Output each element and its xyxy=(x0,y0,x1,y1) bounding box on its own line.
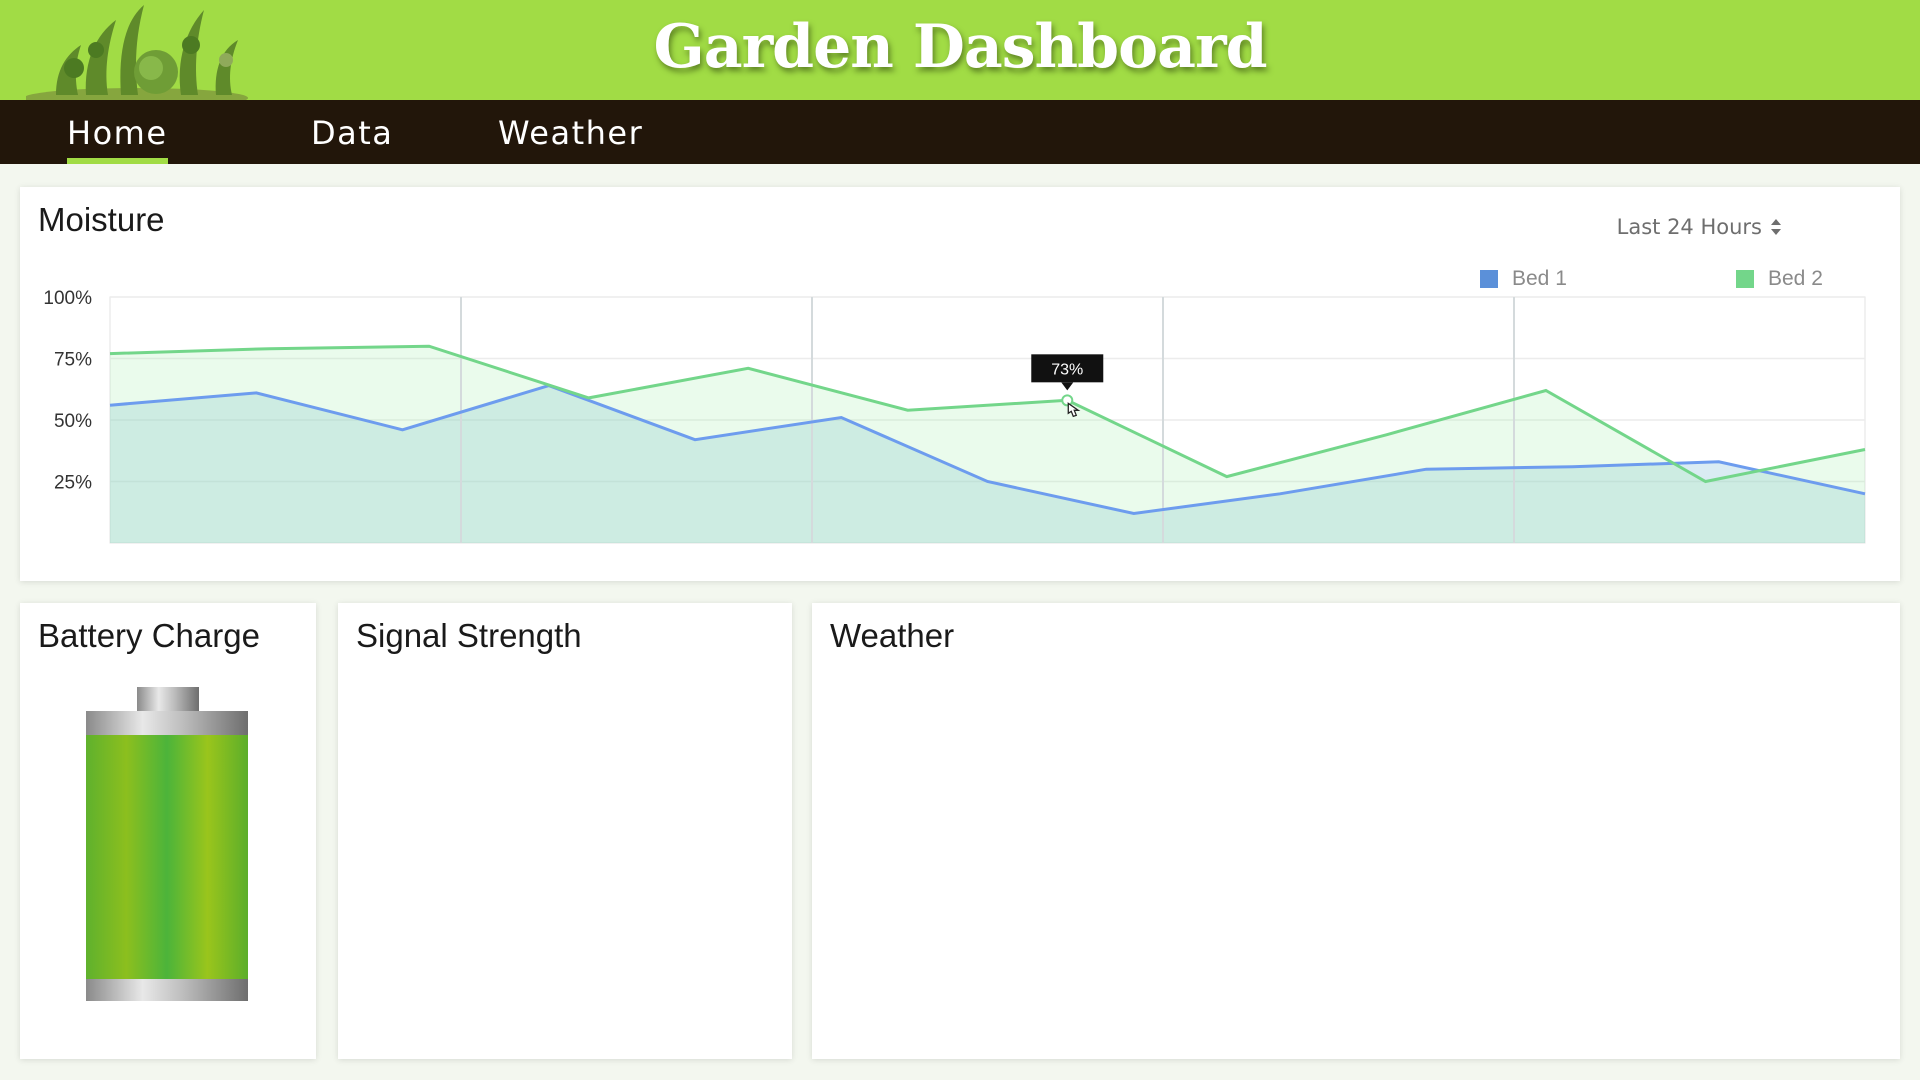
battery-icon xyxy=(86,687,248,1001)
signal-strength-card: Signal Strength xyxy=(338,603,792,1059)
y-tick-label: 25% xyxy=(54,473,92,494)
y-tick-label: 100% xyxy=(43,288,92,309)
header-bar: Garden Dashboard xyxy=(0,0,1920,108)
app-title: Garden Dashboard xyxy=(653,12,1267,82)
y-tick-label: 50% xyxy=(54,411,92,432)
tab-home[interactable]: Home xyxy=(67,114,168,164)
weather-title: Weather xyxy=(830,617,955,654)
tab-weather[interactable]: Weather xyxy=(498,114,643,164)
tab-data[interactable]: Data xyxy=(311,114,393,164)
weather-card: Weather xyxy=(812,603,1900,1059)
signal-strength-title: Signal Strength xyxy=(356,617,582,654)
y-tick-label: 75% xyxy=(54,350,92,371)
battery-title: Battery Charge xyxy=(38,617,260,654)
moisture-card: Moisture Last 24 Hours Bed 1 Bed 2 100% 7… xyxy=(20,187,1900,581)
data-point-marker xyxy=(1061,394,1074,407)
battery-card: Battery Charge xyxy=(20,603,316,1059)
main-nav: Home Data Weather xyxy=(0,100,1920,164)
tooltip-text: 73% xyxy=(1051,361,1083,378)
moisture-chart: 100% 75% 50% 25% 73% xyxy=(43,288,1866,544)
